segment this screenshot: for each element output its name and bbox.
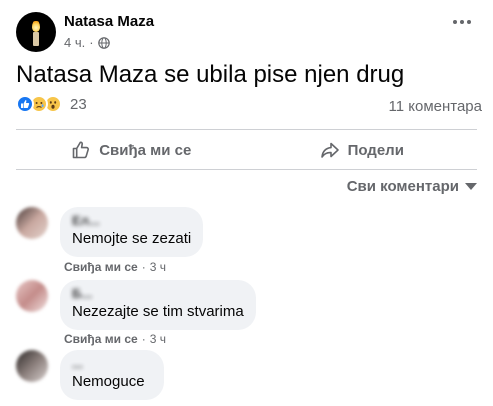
commenter-avatar[interactable] xyxy=(16,280,48,312)
commenter-name[interactable]: Ел... xyxy=(72,213,191,229)
header-text: Natasa Maza 4 ч. · xyxy=(64,12,154,52)
like-reaction-icon xyxy=(16,95,34,113)
post-card: Natasa Maza 4 ч. · Natasa Maza se ubila … xyxy=(0,0,493,406)
comment-item: Б... Nezezajte se tim stvarima xyxy=(16,280,256,330)
comment-meta-separator: · xyxy=(141,260,146,274)
post-text: Natasa Maza se ubila pise njen drug xyxy=(16,61,405,88)
author-name[interactable]: Natasa Maza xyxy=(64,12,154,31)
thumbs-up-icon xyxy=(72,141,90,159)
reaction-icons xyxy=(16,95,62,113)
commenter-avatar[interactable] xyxy=(16,207,48,239)
comment-item: Ел... Nemojte se zezati xyxy=(16,207,204,257)
comment-bubble: Б... Nezezajte se tim stvarima xyxy=(60,280,256,330)
comments-filter-dropdown[interactable]: Сви коментари xyxy=(347,178,477,195)
comment-bubble: ... Nemoguce xyxy=(60,350,164,400)
comment-text: Nezezajte se tim stvarima xyxy=(72,303,244,320)
commenter-name[interactable]: ... xyxy=(72,356,152,372)
action-bar: Свиђа ми се Подели xyxy=(16,133,477,167)
comment-time[interactable]: 3 ч xyxy=(150,332,166,346)
divider xyxy=(16,169,477,170)
chevron-down-icon xyxy=(465,183,477,190)
share-icon xyxy=(320,142,339,158)
comment-like-button[interactable]: Свиђа ми се xyxy=(64,332,138,346)
comment-time[interactable]: 3 ч xyxy=(150,260,166,274)
commenter-avatar[interactable] xyxy=(16,350,48,382)
post-header: Natasa Maza 4 ч. · xyxy=(16,12,154,52)
candle-flame-icon xyxy=(32,20,40,32)
share-button-label: Подели xyxy=(347,141,404,159)
comment-item: ... Nemoguce xyxy=(16,350,164,400)
comment-meta: Свиђа ми се · 3 ч xyxy=(64,260,166,274)
post-time[interactable]: 4 ч. xyxy=(64,34,85,52)
comments-filter-label: Сви коментари xyxy=(346,178,459,195)
author-avatar[interactable] xyxy=(16,12,56,52)
globe-icon xyxy=(97,37,110,49)
more-options-icon[interactable] xyxy=(453,20,471,24)
post-meta: 4 ч. · xyxy=(64,34,154,52)
meta-separator: · xyxy=(89,35,94,50)
candle-icon xyxy=(33,32,39,46)
reactions-summary[interactable]: 23 xyxy=(16,95,87,113)
like-button[interactable]: Свиђа ми се xyxy=(16,133,247,167)
divider xyxy=(16,129,477,130)
comment-meta: Свиђа ми се · 3 ч xyxy=(64,332,166,346)
commenter-name[interactable]: Б... xyxy=(72,286,244,302)
comment-text: Nemojte se zezati xyxy=(72,230,192,247)
reaction-count: 23 xyxy=(70,95,87,113)
comment-text: Nemoguce xyxy=(72,373,145,390)
share-button[interactable]: Подели xyxy=(247,133,478,167)
comment-meta-separator: · xyxy=(141,332,146,346)
comment-like-button[interactable]: Свиђа ми се xyxy=(64,260,138,274)
like-button-label: Свиђа ми се xyxy=(99,141,192,159)
comment-bubble: Ел... Nemojte se zezati xyxy=(60,207,204,257)
comment-count-link[interactable]: 11 коментара xyxy=(389,98,482,115)
